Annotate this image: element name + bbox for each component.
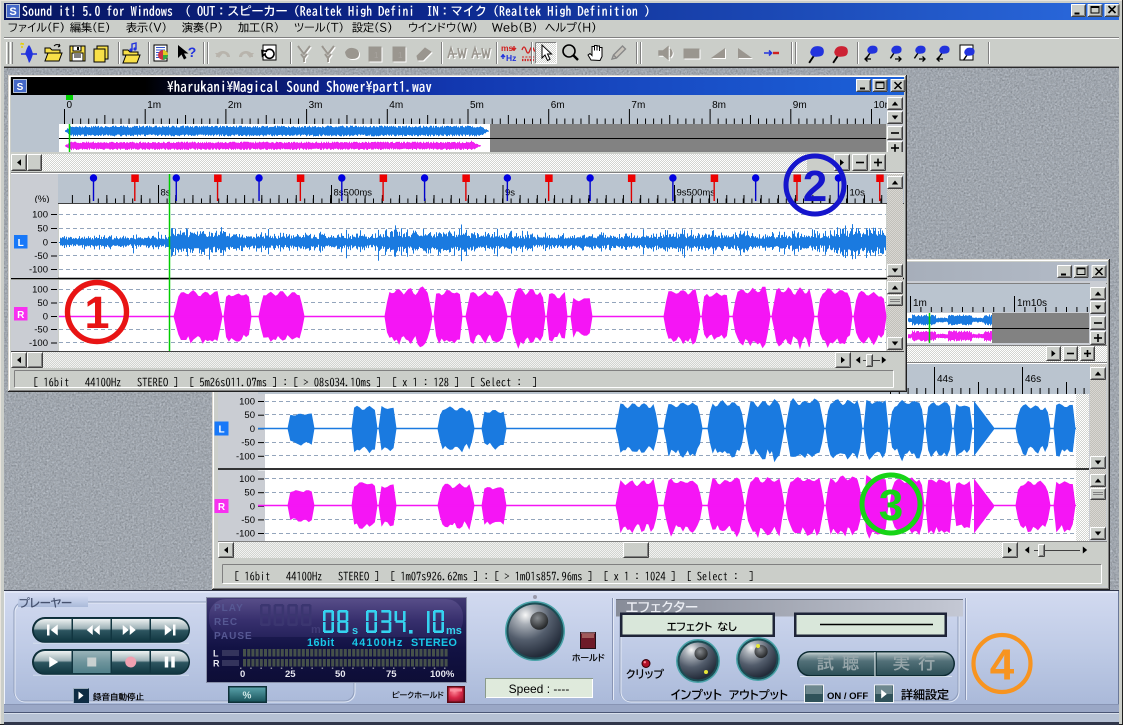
svg-text:1: 1 <box>398 51 403 60</box>
svg-text:ON / OFF: ON / OFF <box>827 691 868 702</box>
svg-text:L: L <box>213 649 219 659</box>
svg-text:R: R <box>17 310 25 321</box>
svg-text:10s: 10s <box>850 188 866 199</box>
svg-text:1m10s: 1m10s <box>1017 298 1047 309</box>
svg-text:44s: 44s <box>937 374 953 385</box>
svg-text:100: 100 <box>32 285 48 296</box>
svg-text:25: 25 <box>285 669 296 680</box>
svg-text:m: m <box>311 624 321 636</box>
svg-text:0: 0 <box>250 424 255 435</box>
svg-text:4m: 4m <box>389 100 403 111</box>
svg-text:100: 100 <box>32 210 48 221</box>
svg-text:R: R <box>218 502 226 513</box>
svg-text:100: 100 <box>239 397 255 408</box>
svg-text:9s: 9s <box>505 188 515 199</box>
svg-text:75: 75 <box>386 669 397 680</box>
svg-text:50: 50 <box>244 488 255 499</box>
svg-text:2: 2 <box>803 162 827 211</box>
svg-text:s: s <box>352 625 358 637</box>
svg-text:4: 4 <box>990 640 1015 689</box>
svg-text:3m: 3m <box>309 100 323 111</box>
svg-text:7m: 7m <box>631 100 645 111</box>
svg-text:6m: 6m <box>551 100 565 111</box>
svg-text:?: ? <box>188 44 197 60</box>
svg-text:100: 100 <box>239 474 255 485</box>
svg-text:8m: 8m <box>712 100 726 111</box>
svg-text:100%: 100% <box>430 669 455 680</box>
svg-text:16bit: 16bit <box>307 637 335 649</box>
svg-text:STEREO: STEREO <box>411 637 457 649</box>
svg-text:0: 0 <box>43 238 48 249</box>
svg-text:0: 0 <box>67 100 73 111</box>
svg-text:R: R <box>213 659 220 669</box>
svg-text:1: 1 <box>84 287 109 338</box>
svg-text:50: 50 <box>244 410 255 421</box>
svg-text:REC: REC <box>214 617 238 628</box>
svg-text:0: 0 <box>250 501 255 512</box>
svg-text:-100: -100 <box>29 265 48 276</box>
svg-text:5m: 5m <box>470 100 484 111</box>
svg-text:50: 50 <box>37 298 48 309</box>
svg-text:-50: -50 <box>241 515 255 526</box>
svg-text:S: S <box>17 82 24 93</box>
svg-text:9m: 9m <box>793 100 807 111</box>
svg-text:-50: -50 <box>34 251 48 262</box>
svg-text:0: 0 <box>240 669 245 680</box>
svg-text:Hz: Hz <box>506 53 516 63</box>
svg-text:L: L <box>18 238 24 249</box>
svg-text:-100: -100 <box>236 529 255 540</box>
svg-text:-50: -50 <box>241 438 255 449</box>
svg-text:ms: ms <box>501 43 514 53</box>
svg-text:3: 3 <box>879 481 903 530</box>
svg-text:PLAY: PLAY <box>214 603 244 614</box>
svg-text:50: 50 <box>37 224 48 235</box>
svg-text:44100Hz: 44100Hz <box>352 637 404 649</box>
svg-text:46s: 46s <box>1025 374 1041 385</box>
svg-text:Speed : ----: Speed : ---- <box>509 682 570 696</box>
svg-text:L: L <box>218 425 224 436</box>
svg-text:50: 50 <box>335 669 346 680</box>
svg-text:8s500ms: 8s500ms <box>334 188 373 199</box>
svg-text:1: 1 <box>374 51 379 60</box>
svg-text:%: % <box>243 691 252 702</box>
svg-text:-50: -50 <box>34 325 48 336</box>
svg-text:0: 0 <box>43 312 48 323</box>
svg-text:1m: 1m <box>913 298 927 309</box>
svg-text:ms: ms <box>446 625 462 637</box>
svg-text:-100: -100 <box>236 451 255 462</box>
svg-text:PAUSE: PAUSE <box>214 631 253 642</box>
svg-text:1m: 1m <box>147 100 161 111</box>
svg-text:S: S <box>9 6 16 18</box>
svg-text:2m: 2m <box>228 100 242 111</box>
svg-text:-100: -100 <box>29 338 48 349</box>
